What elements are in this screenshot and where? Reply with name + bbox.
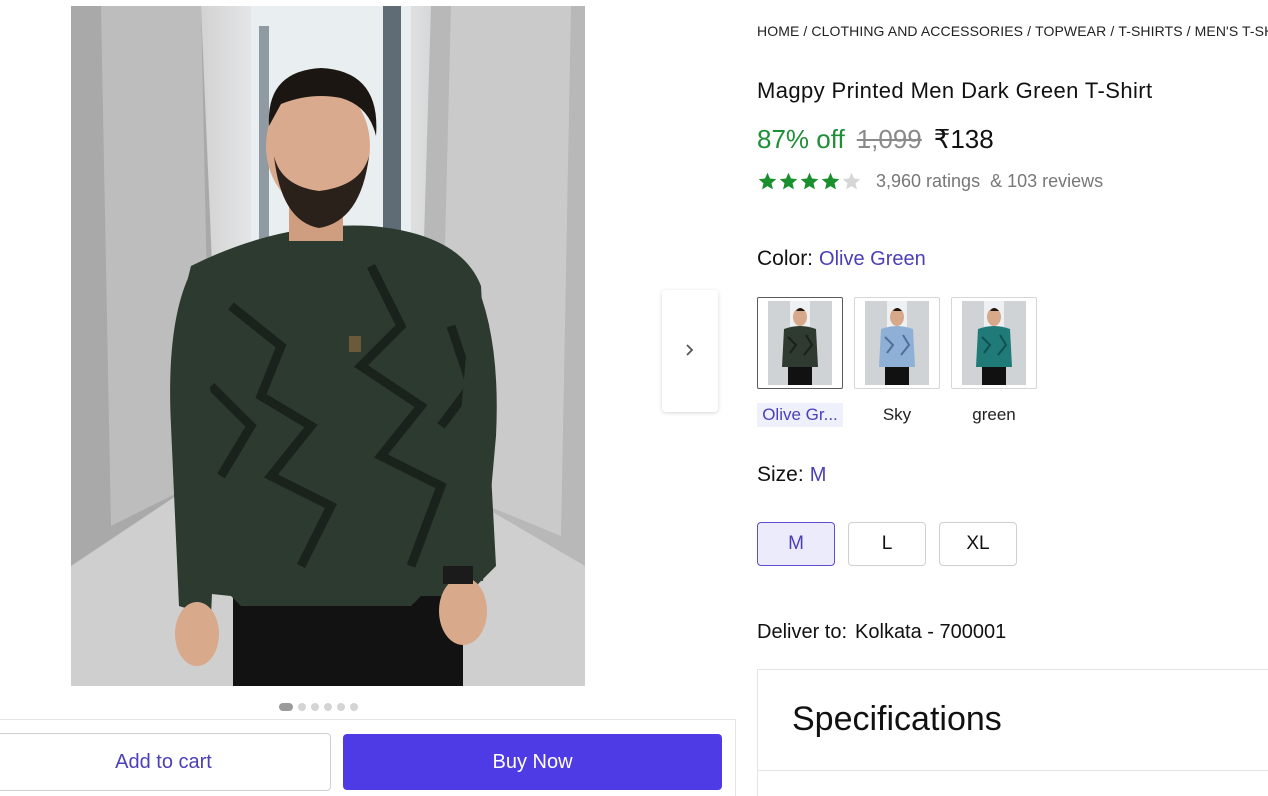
size-options: M L XL — [757, 522, 1017, 566]
color-swatch[interactable]: green — [951, 297, 1037, 427]
selected-color: Olive Green — [819, 248, 926, 270]
gallery-pagination — [279, 703, 358, 711]
price-row: 87% off 1,099 ₹138 — [757, 124, 994, 155]
breadcrumb-item-home[interactable]: HOME — [757, 23, 799, 39]
breadcrumb: HOME / CLOTHING AND ACCESSORIES / TOPWEAR / T-… — [757, 23, 1268, 39]
gallery-dot[interactable] — [279, 703, 293, 711]
buy-now-button[interactable]: Buy Now — [343, 734, 722, 790]
reviews-count: & 103 reviews — [990, 171, 1104, 191]
rating-summary[interactable]: 3,960 ratings & 103 reviews — [757, 171, 1103, 192]
breadcrumb-item-mens-tshirts[interactable]: MEN'S T-SH — [1195, 23, 1268, 39]
swatch-thumbnail-image — [865, 301, 929, 385]
color-label-row: Color: Olive Green — [757, 247, 926, 271]
color-swatch[interactable]: Olive Gr... — [757, 297, 843, 427]
star-filled-icon — [779, 172, 798, 190]
selected-size: M — [809, 464, 827, 486]
breadcrumb-item-tshirts[interactable]: T-SHIRTS — [1118, 23, 1182, 39]
swatch-label: green — [972, 405, 1016, 424]
model-photo — [71, 6, 585, 686]
action-bar: Add to cart Buy Now — [0, 719, 736, 796]
star-filled-icon — [800, 172, 819, 190]
discount-percent: 87% off — [757, 124, 845, 154]
divider — [758, 770, 1268, 771]
original-price: 1,099 — [856, 124, 922, 154]
star-filled-icon — [758, 172, 777, 190]
swatch-thumbnail — [951, 297, 1037, 389]
size-option-m[interactable]: M — [757, 522, 835, 566]
gallery-dot[interactable] — [337, 703, 345, 711]
gallery-dot[interactable] — [298, 703, 306, 711]
star-rating — [757, 171, 862, 192]
size-option-xl[interactable]: XL — [939, 522, 1017, 566]
product-main-image[interactable] — [71, 6, 585, 686]
swatch-thumbnail — [757, 297, 843, 389]
specifications-card: Specifications — [757, 669, 1268, 796]
swatch-label: Olive Gr... — [757, 403, 843, 427]
star-empty-icon — [842, 172, 861, 190]
delivery-location: Kolkata - 700001 — [855, 621, 1007, 643]
gallery-next-button[interactable] — [662, 290, 718, 412]
star-filled-icon — [821, 172, 840, 190]
size-option-l[interactable]: L — [848, 522, 926, 566]
breadcrumb-item-clothing[interactable]: CLOTHING AND ACCESSORIES — [811, 23, 1023, 39]
gallery-dot[interactable] — [311, 703, 319, 711]
product-title: Magpy Printed Men Dark Green T-Shirt — [757, 78, 1153, 103]
color-label: Color: — [757, 247, 814, 270]
breadcrumb-separator: / — [803, 23, 808, 39]
breadcrumb-item-topwear[interactable]: TOPWEAR — [1035, 23, 1106, 39]
color-swatches: Olive Gr... Sky green — [757, 297, 1037, 427]
delivery-info[interactable]: Deliver to: Kolkata - 700001 — [757, 621, 1006, 644]
deliver-label: Deliver to: — [757, 621, 848, 643]
swatch-thumbnail — [854, 297, 940, 389]
gallery-dot[interactable] — [324, 703, 332, 711]
breadcrumb-separator: / — [1186, 23, 1191, 39]
ratings-count: 3,960 ratings — [876, 171, 981, 191]
chevron-right-icon — [684, 341, 696, 362]
breadcrumb-separator: / — [1027, 23, 1032, 39]
size-label-row: Size: M — [757, 463, 826, 487]
breadcrumb-separator: / — [1110, 23, 1115, 39]
swatch-thumbnail-image — [768, 301, 832, 385]
swatch-thumbnail-image — [962, 301, 1026, 385]
specifications-heading: Specifications — [792, 700, 1002, 738]
size-label: Size: — [757, 463, 804, 486]
add-to-cart-button[interactable]: Add to cart — [0, 733, 331, 791]
swatch-label: Sky — [882, 405, 912, 424]
selling-price: ₹138 — [933, 124, 994, 154]
color-swatch[interactable]: Sky — [854, 297, 940, 427]
gallery-dot[interactable] — [350, 703, 358, 711]
